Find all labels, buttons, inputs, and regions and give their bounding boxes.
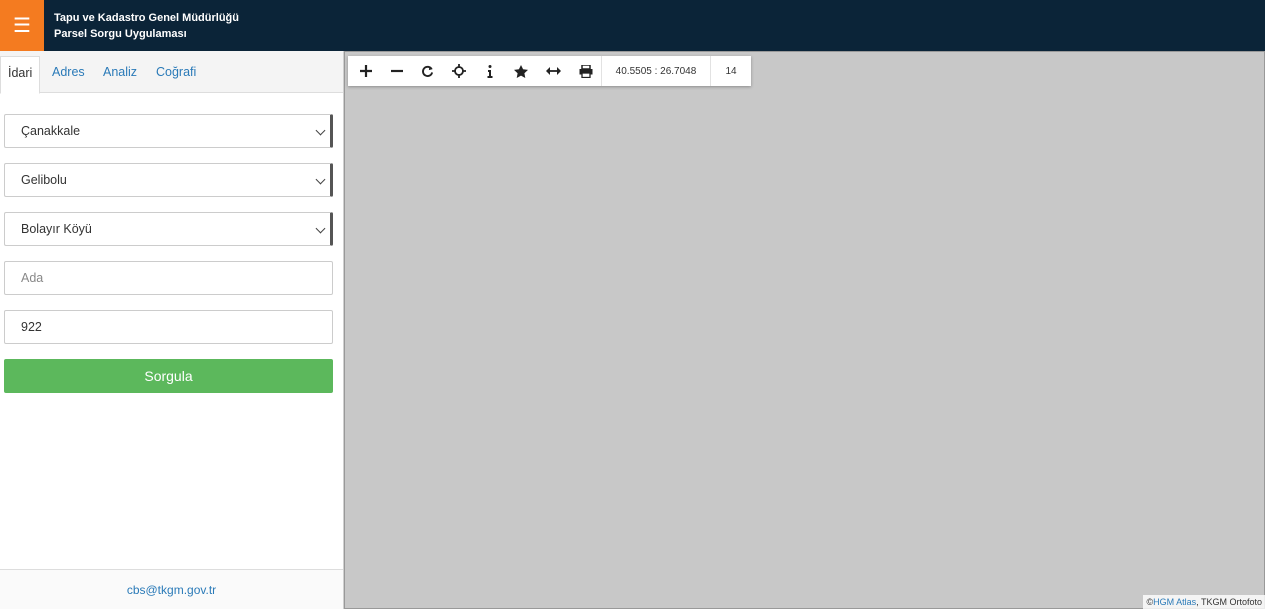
sidebar-footer: cbs@tkgm.gov.tr — [0, 569, 343, 609]
il-select-value: Çanakkale — [21, 124, 81, 138]
app-header: ☰ Tapu ve Kadastro Genel Müdürlüğü Parse… — [0, 0, 1265, 51]
parsel-value: 922 — [21, 320, 42, 334]
print-icon[interactable] — [570, 56, 601, 86]
refresh-icon[interactable] — [412, 56, 443, 86]
map-toolbar: 40.5505 : 26.7048 14 — [348, 56, 751, 86]
ilce-select-value: Gelibolu — [21, 173, 67, 187]
tab-bar: İdari Adres Analiz Coğrafi — [0, 51, 343, 94]
map-attribution: © HGM Atlas , TKGM Ortofoto — [1143, 595, 1265, 609]
mahalle-select[interactable]: Bolayır Köyü — [4, 212, 333, 246]
measure-icon[interactable] — [538, 56, 569, 86]
info-icon[interactable] — [474, 56, 505, 86]
map-view[interactable]: 40.5505 : 26.7048 14 © HGM Atlas , TKGM … — [344, 51, 1265, 609]
ada-input[interactable]: Ada — [4, 261, 333, 295]
sidebar: İdari Adres Analiz Coğrafi Çanakkale Gel… — [0, 51, 344, 609]
tab-adres[interactable]: Adres — [52, 65, 85, 79]
sorgula-button[interactable]: Sorgula — [4, 359, 333, 393]
ilce-select[interactable]: Gelibolu — [4, 163, 333, 197]
parsel-input[interactable]: 922 — [4, 310, 333, 344]
attribution-prefix: © — [1146, 597, 1154, 607]
coordinate-readout: 40.5505 : 26.7048 — [615, 65, 697, 77]
tab-analiz[interactable]: Analiz — [103, 65, 137, 79]
contact-email-link[interactable]: cbs@tkgm.gov.tr — [127, 583, 216, 597]
il-select[interactable]: Çanakkale — [4, 114, 333, 148]
app-title: Tapu ve Kadastro Genel Müdürlüğü Parsel … — [54, 10, 239, 42]
tab-idari[interactable]: İdari — [0, 56, 41, 94]
zoom-in-icon[interactable] — [350, 56, 381, 86]
app-title-line2: Parsel Sorgu Uygulaması — [54, 28, 187, 40]
attribution-suffix: , TKGM Ortofoto — [1196, 597, 1262, 607]
zoom-level: 14 — [725, 65, 737, 77]
map-image-placeholder[interactable] — [344, 51, 1265, 609]
app-title-line1: Tapu ve Kadastro Genel Müdürlüğü — [54, 12, 239, 24]
locate-icon[interactable] — [443, 56, 474, 86]
ada-placeholder: Ada — [21, 271, 44, 285]
favorite-icon[interactable] — [505, 56, 536, 86]
mahalle-select-value: Bolayır Köyü — [21, 222, 92, 236]
zoom-out-icon[interactable] — [381, 56, 412, 86]
hgm-atlas-link[interactable]: HGM Atlas — [1153, 597, 1196, 607]
tab-cografi[interactable]: Coğrafi — [156, 65, 196, 79]
hamburger-icon[interactable]: ☰ — [0, 0, 44, 51]
